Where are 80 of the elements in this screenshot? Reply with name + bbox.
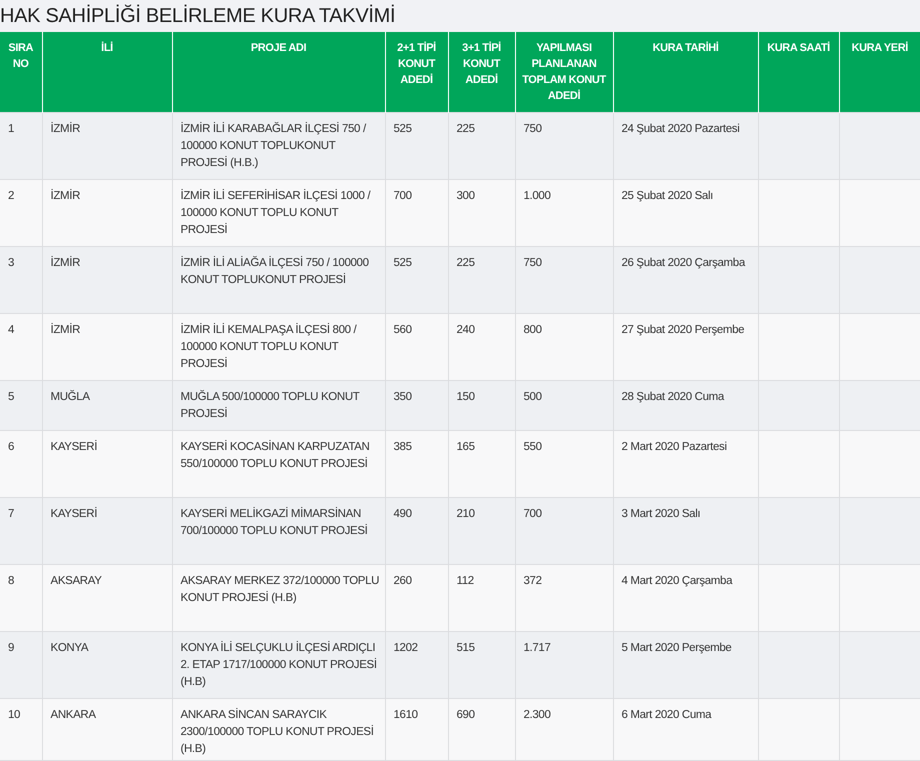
- table-cell: KAYSERİ MELİKGAZİ MİMARSİNAN 700/100000 TOPLU KONUT PROJESİ: [172, 498, 385, 564]
- table-cell: ANKARA: [42, 698, 172, 760]
- table-cell: 350: [385, 380, 448, 430]
- column-header: KURA TARİHİ: [613, 32, 758, 112]
- table-cell: 525: [385, 246, 448, 314]
- table-cell: İZMİR İLİ SEFERİHİSAR İLÇESİ 1000 / 100000 KONUT TOPLU KONUT PROJESİ: [172, 180, 385, 246]
- column-header: KURA SAATİ: [758, 32, 839, 112]
- table-cell: 2: [0, 180, 42, 246]
- table-cell: 25 Şubat 2020 Salı: [613, 180, 758, 246]
- table-cell: 7: [0, 498, 42, 564]
- table-cell: İZMİR: [42, 180, 172, 246]
- table-cell: 2.300: [515, 698, 613, 760]
- table-cell: 5 Mart 2020 Perşembe: [613, 632, 758, 698]
- table-cell: 3: [0, 246, 42, 314]
- table-cell: KAYSERİ: [42, 498, 172, 564]
- table-cell: 1: [0, 112, 42, 180]
- table-cell: İZMİR: [42, 314, 172, 380]
- table-cell: 700: [515, 498, 613, 564]
- table-cell: 150: [448, 380, 515, 430]
- table-cell: 1610: [385, 698, 448, 760]
- table-cell: 700: [385, 180, 448, 246]
- column-header: 3+1 TİPİ KONUT ADEDİ: [448, 32, 515, 112]
- table-cell: 525: [385, 112, 448, 180]
- table-cell: MUĞLA 500/100000 TOPLU KONUT PROJESİ: [172, 380, 385, 430]
- table-cell: 372: [515, 564, 613, 632]
- table-cell: ANKARA SİNCAN SARAYCIK 2300/100000 TOPLU KONUT PROJESİ (H.B): [172, 698, 385, 760]
- table-cell: 500: [515, 380, 613, 430]
- table-cell: 225: [448, 246, 515, 314]
- table-cell: KONYA İLİ SELÇUKLU İLÇESİ ARDIÇLI 2. ETAP 1717/100000 KONUT PROJESİ (H.B): [172, 632, 385, 698]
- table-cell: 750: [515, 112, 613, 180]
- table-cell: 9: [0, 632, 42, 698]
- table-cell: İZMİR İLİ KARABAĞLAR İLÇESİ 750 / 100000 KONUT TOPLUKONUT PROJESİ (H.B.): [172, 112, 385, 180]
- table-cell: İZMİR: [42, 246, 172, 314]
- column-header: SIRA NO: [0, 32, 42, 112]
- table-cell: AKSARAY MERKEZ 372/100000 TOPLU KONUT PROJESİ (H.B): [172, 564, 385, 632]
- table-cell: 26 Şubat 2020 Çarşamba: [613, 246, 758, 314]
- table-cell: 490: [385, 498, 448, 564]
- table-cell: 2 Mart 2020 Pazartesi: [613, 430, 758, 498]
- table-cell: 260: [385, 564, 448, 632]
- table-cell: 750: [515, 246, 613, 314]
- page-title: HAK SAHİPLİĞİ BELİRLEME KURA TAKVİMİ: [0, 4, 396, 28]
- table-cell: 1.000: [515, 180, 613, 246]
- table-cell: 240: [448, 314, 515, 380]
- table-cell: 1202: [385, 632, 448, 698]
- table-cell: İZMİR İLİ ALİAĞA İLÇESİ 750 / 100000 KONUT TOPLUKONUT PROJESİ: [172, 246, 385, 314]
- table-cell: 515: [448, 632, 515, 698]
- table-cell: 10: [0, 698, 42, 760]
- table-cell: 225: [448, 112, 515, 180]
- table-cell: KONYA: [42, 632, 172, 698]
- table-cell: İZMİR İLİ KEMALPAŞA İLÇESİ 800 / 100000 KONUT TOPLU KONUT PROJESİ: [172, 314, 385, 380]
- table-cell: KAYSERİ KOCASİNAN KARPUZATAN 550/100000 TOPLU KONUT PROJESİ: [172, 430, 385, 498]
- table-cell: 6: [0, 430, 42, 498]
- column-header: PROJE ADI: [172, 32, 385, 112]
- table-cell: 112: [448, 564, 515, 632]
- table-cell: 690: [448, 698, 515, 760]
- table-cell: 24 Şubat 2020 Pazartesi: [613, 112, 758, 180]
- table-cell: 560: [385, 314, 448, 380]
- table-cell: AKSARAY: [42, 564, 172, 632]
- table-cell: 165: [448, 430, 515, 498]
- table-cell: 1.717: [515, 632, 613, 698]
- column-header: YAPILMASI PLANLANAN TOPLAM KONUT ADEDİ: [515, 32, 613, 112]
- table-cell: 5: [0, 380, 42, 430]
- table-cell: 27 Şubat 2020 Perşembe: [613, 314, 758, 380]
- table-cell: 210: [448, 498, 515, 564]
- table-cell: İZMİR: [42, 112, 172, 180]
- table-cell: 4: [0, 314, 42, 380]
- table-cell: 28 Şubat 2020 Cuma: [613, 380, 758, 430]
- table-cell: 6 Mart 2020 Cuma: [613, 698, 758, 760]
- table-cell: 8: [0, 564, 42, 632]
- column-header: İLİ: [42, 32, 172, 112]
- column-header: KURA YERİ: [839, 32, 920, 112]
- table-cell: 385: [385, 430, 448, 498]
- table-cell: KAYSERİ: [42, 430, 172, 498]
- table-cell: 800: [515, 314, 613, 380]
- table-cell: 3 Mart 2020 Salı: [613, 498, 758, 564]
- table-cell: 300: [448, 180, 515, 246]
- table-cell: 550: [515, 430, 613, 498]
- table-cell: MUĞLA: [42, 380, 172, 430]
- column-header: 2+1 TİPİ KONUT ADEDİ: [385, 32, 448, 112]
- table-cell: 4 Mart 2020 Çarşamba: [613, 564, 758, 632]
